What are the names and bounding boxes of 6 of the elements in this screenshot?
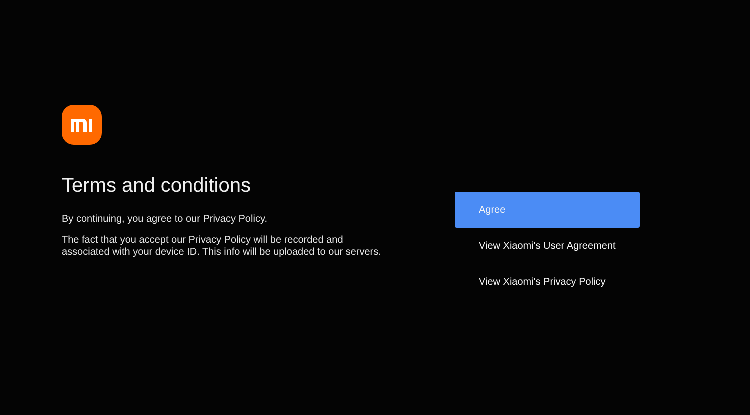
logo-icon xyxy=(62,105,102,145)
terms-paragraph: By continuing, you agree to our Privacy Policy. xyxy=(62,214,268,226)
link-option[interactable]: View Xiaomi's Privacy Policy xyxy=(455,264,640,300)
page-title: Terms and conditions xyxy=(62,174,252,199)
terms-paragraph: The fact that you accept our Privacy Policy will be recorded and associated with your device ID. This info will be uploaded to our servers. xyxy=(62,235,382,259)
link-option[interactable]: View Xiaomi's User Agreement xyxy=(455,228,640,264)
